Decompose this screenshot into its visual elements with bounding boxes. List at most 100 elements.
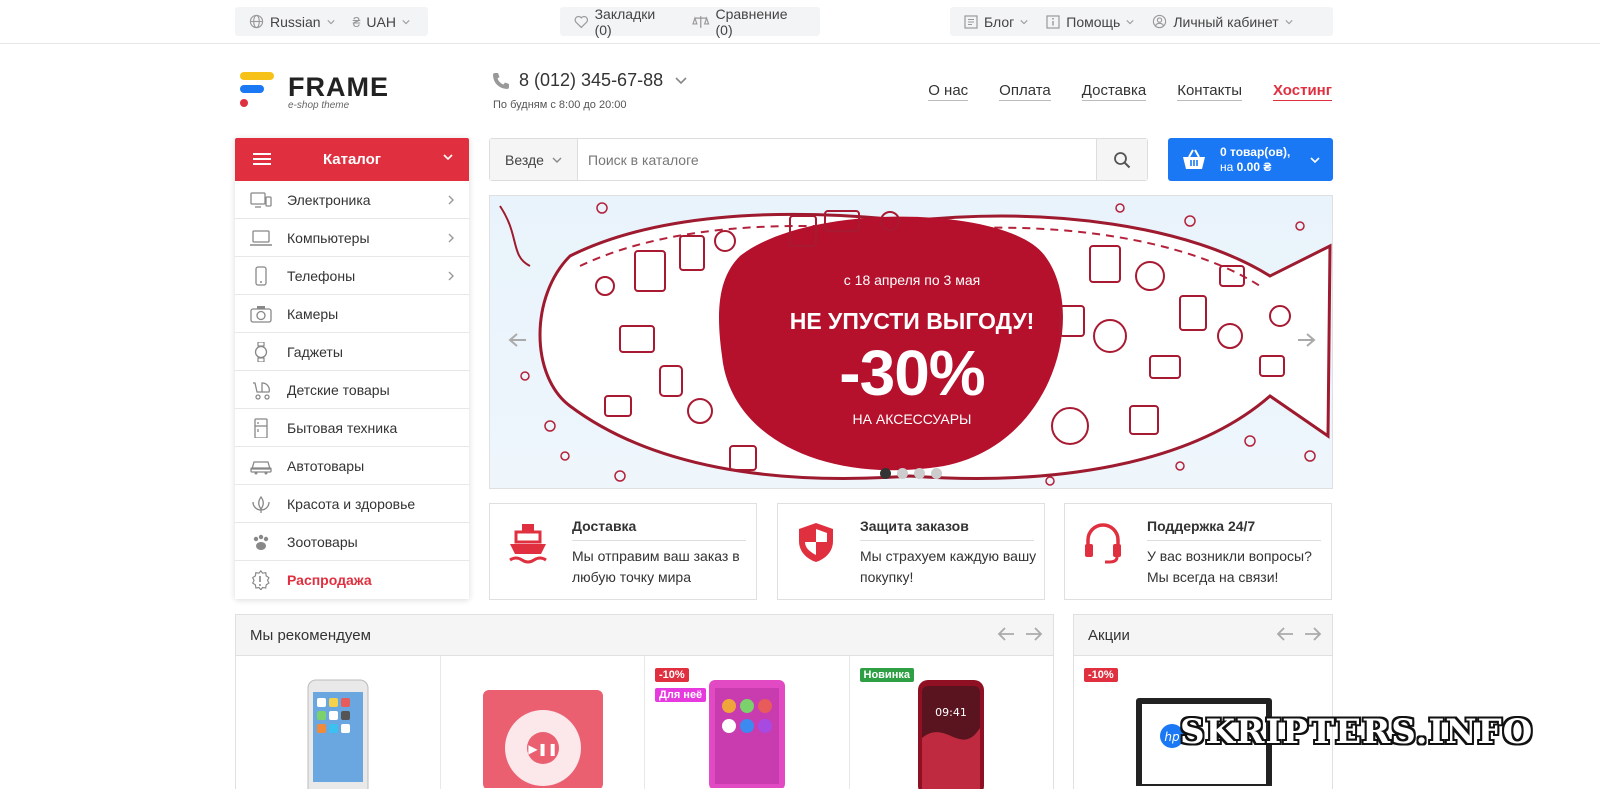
- bookmarks-link[interactable]: Закладки (0): [568, 6, 680, 38]
- phone-hours: По будням с 8:00 до 20:00: [493, 99, 627, 111]
- menu-icon: [253, 153, 271, 165]
- watermark: SKRIPTERS.INFO: [1180, 712, 1534, 752]
- user-icon: [1153, 14, 1167, 29]
- feature-text: У вас возникли вопросы? Мы всегда на свя…: [1147, 548, 1312, 585]
- discount-badge: -10%: [655, 668, 689, 682]
- catalog-item[interactable]: Детские товары: [235, 371, 469, 409]
- chevron-down-icon: [326, 19, 335, 24]
- product-image: [709, 680, 785, 788]
- slider-dot[interactable]: [880, 468, 891, 479]
- nav-delivery[interactable]: Доставка: [1081, 82, 1147, 101]
- nav-about[interactable]: О нас: [928, 82, 969, 101]
- discount-badge: -10%: [1084, 668, 1118, 682]
- cart-button[interactable]: 0 товар(ов), на 0.00 ₴: [1168, 138, 1333, 181]
- chevron-down-icon: [675, 76, 687, 84]
- catalog-item[interactable]: Электроника: [235, 181, 469, 219]
- sale-icon: [251, 570, 270, 590]
- help-menu[interactable]: Помощь: [1040, 14, 1140, 30]
- cart-total: 0.00 ₴: [1236, 159, 1272, 174]
- locale-bar: Russian ₴ UAH: [235, 7, 428, 36]
- slider-dot[interactable]: [931, 468, 942, 479]
- logo-subtitle: e-shop theme: [288, 100, 350, 111]
- catalog-item[interactable]: Камеры: [235, 295, 469, 333]
- chevron-down-icon: [1020, 19, 1028, 24]
- catalog-item[interactable]: Распродажа: [235, 561, 469, 599]
- slider-prev-arrow[interactable]: [508, 332, 528, 348]
- product-image: 09:41: [917, 680, 984, 789]
- arrow-right-icon[interactable]: [1304, 627, 1322, 641]
- slider-dots: [880, 468, 942, 479]
- nav-contacts[interactable]: Контакты: [1177, 82, 1242, 101]
- hryvnia-icon: ₴: [352, 13, 361, 30]
- stroller-icon: [253, 382, 270, 400]
- chevron-down-icon: [552, 157, 562, 163]
- catalog-item[interactable]: Красота и здоровье: [235, 485, 469, 523]
- slider-next-arrow[interactable]: [1296, 332, 1316, 348]
- arrow-left-icon[interactable]: [997, 627, 1015, 641]
- laptop-icon: [250, 230, 272, 246]
- arrow-right-icon[interactable]: [1025, 627, 1043, 641]
- slide-title: НЕ УПУСТИ ВЫГОДУ!: [789, 308, 1035, 334]
- currency-selector[interactable]: ₴ UAH: [347, 14, 416, 30]
- heart-icon: [574, 15, 588, 28]
- search-icon: [1114, 151, 1131, 168]
- promo-slider[interactable]: с 18 апреля по 3 мая НЕ УПУСТИ ВЫГОДУ! -…: [489, 195, 1333, 489]
- ship-icon: [509, 524, 547, 564]
- for-her-badge: Для неё: [655, 688, 707, 702]
- paw-icon: [253, 534, 269, 550]
- basket-icon: [1183, 149, 1205, 169]
- globe-icon: [249, 14, 264, 29]
- headset-icon: [1085, 523, 1121, 564]
- chevron-down-icon: [1310, 157, 1320, 164]
- currency-label: UAH: [366, 13, 396, 30]
- header-nav: О нас Оплата Доставка Контакты Хостинг: [928, 82, 1332, 101]
- catalog-item[interactable]: Гаджеты: [235, 333, 469, 371]
- camera-icon: [250, 306, 272, 323]
- nav-hosting[interactable]: Хостинг: [1273, 82, 1332, 101]
- catalog-item[interactable]: Компьютеры: [235, 219, 469, 257]
- car-icon: [250, 461, 272, 475]
- product-card[interactable]: ▶❚❚: [441, 656, 645, 789]
- catalog-item-label: Камеры: [287, 305, 339, 322]
- product-card[interactable]: -10% Для неё: [645, 656, 850, 789]
- search-scope-select[interactable]: Везде: [490, 139, 578, 180]
- shield-icon: [799, 523, 833, 562]
- chevron-down-icon: [1126, 19, 1134, 24]
- catalog-item[interactable]: Бытовая техника: [235, 409, 469, 447]
- catalog-item[interactable]: Зоотовары: [235, 523, 469, 561]
- chevron-down-icon: [402, 19, 410, 24]
- feature-text: Мы отправим ваш заказ в любую точку мира: [572, 548, 740, 585]
- catalog-item[interactable]: Автотовары: [235, 447, 469, 485]
- slider-dot[interactable]: [897, 468, 908, 479]
- arrow-left-icon[interactable]: [1276, 627, 1294, 641]
- svg-text:09:41: 09:41: [935, 706, 967, 719]
- site-logo[interactable]: FRAME e-shop theme: [240, 72, 400, 112]
- search-scope-label: Везде: [505, 151, 544, 168]
- nav-payment[interactable]: Оплата: [999, 82, 1051, 101]
- search-bar: Везде: [489, 138, 1148, 181]
- blog-menu[interactable]: Блог: [958, 14, 1034, 30]
- language-selector[interactable]: Russian: [243, 14, 341, 30]
- product-card[interactable]: Новинка 09:41: [850, 656, 1054, 789]
- catalog-item[interactable]: Телефоны: [235, 257, 469, 295]
- slider-dot[interactable]: [914, 468, 925, 479]
- compare-link[interactable]: Сравнение (0): [686, 6, 812, 38]
- cart-prefix: на: [1220, 159, 1237, 174]
- product-card[interactable]: [236, 656, 441, 789]
- chevron-right-icon: [448, 233, 454, 243]
- catalog-item-label: Автотовары: [287, 457, 365, 474]
- phone-block[interactable]: 8 (012) 345-67-88 По будням с 8:00 до 20…: [491, 70, 687, 111]
- account-menu[interactable]: Личный кабинет: [1146, 14, 1298, 30]
- electronics-icon: [250, 192, 272, 208]
- product-image: [307, 679, 369, 789]
- feature-title: Поддержка 24/7: [1147, 518, 1321, 541]
- search-button[interactable]: [1096, 139, 1147, 180]
- catalog-menu: Каталог Электроника Компьютеры Телефоны Кам…: [235, 138, 469, 599]
- cart-summary: 0 товар(ов), на 0.00 ₴: [1220, 145, 1290, 175]
- fridge-icon: [254, 418, 268, 438]
- search-input[interactable]: [578, 139, 1096, 180]
- logo-mark-icon: [240, 72, 274, 107]
- catalog-toggle[interactable]: Каталог: [235, 138, 469, 181]
- blog-label: Блог: [984, 13, 1015, 30]
- catalog-item-label: Красота и здоровье: [287, 495, 416, 512]
